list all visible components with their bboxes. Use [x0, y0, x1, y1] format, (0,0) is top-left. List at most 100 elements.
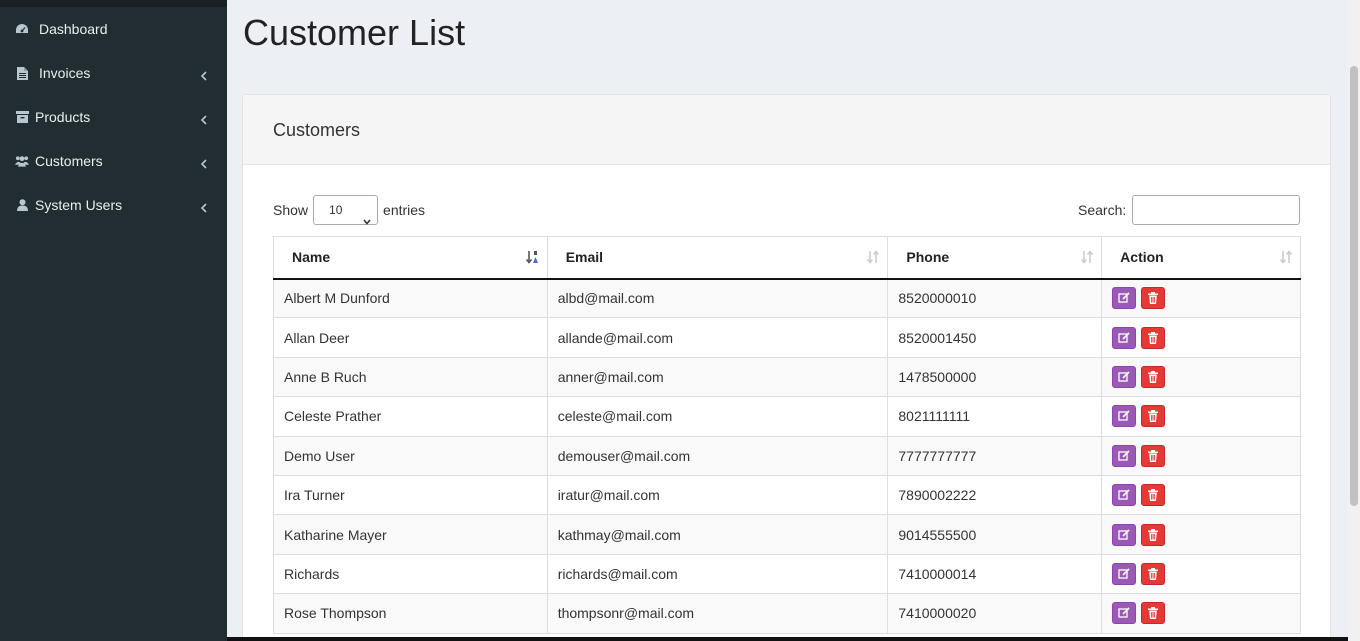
delete-button[interactable] [1141, 444, 1166, 467]
cell-action [1101, 396, 1301, 437]
chevron-left-icon [200, 156, 208, 169]
cell-action [1101, 553, 1301, 595]
cell-email: richards@mail.com [546, 553, 889, 595]
delete-button[interactable] [1141, 562, 1166, 585]
sidebar: Dashboard Invoices Products Customers Sy… [0, 0, 227, 641]
cell-email: kathmay@mail.com [546, 514, 889, 555]
cell-action [1101, 277, 1301, 319]
column-header-action[interactable]: Action [1101, 236, 1301, 280]
sort-icon [1079, 249, 1095, 265]
edit-button[interactable] [1112, 405, 1137, 428]
edit-button[interactable] [1112, 365, 1137, 388]
sidebar-item-system-users[interactable]: System Users [0, 183, 227, 227]
cell-email: demouser@mail.com [546, 435, 889, 476]
cell-action [1101, 356, 1301, 398]
customers-table: Name Email Phone Action Albert M Dunford… [273, 236, 1301, 634]
cell-name: Ira Turner [273, 474, 548, 516]
delete-button[interactable] [1141, 523, 1166, 546]
cell-phone: 7777777777 [887, 435, 1103, 476]
table-row: Celeste Prather celeste@mail.com 802111111… [273, 396, 1301, 437]
delete-button[interactable] [1141, 326, 1166, 349]
cell-phone: 7410000020 [887, 593, 1103, 634]
cell-action [1101, 593, 1301, 634]
user-icon [15, 198, 29, 212]
edit-button[interactable] [1112, 562, 1137, 585]
chevron-left-icon [200, 200, 208, 213]
cell-name: Albert M Dunford [273, 277, 548, 319]
cell-email: allande@mail.com [546, 317, 889, 358]
cell-email: celeste@mail.com [546, 396, 889, 437]
sidebar-item-customers[interactable]: Customers [0, 139, 227, 183]
sort-asc-icon [525, 249, 541, 265]
scrollbar-thumb[interactable] [1350, 66, 1358, 506]
sidebar-item-dashboard[interactable]: Dashboard [0, 7, 227, 51]
delete-button[interactable] [1141, 602, 1166, 625]
sidebar-item-label: Customers [35, 153, 103, 169]
cell-phone: 8520000010 [887, 277, 1103, 319]
sidebar-topbar [0, 0, 227, 7]
table-row: Demo User demouser@mail.com 7777777777 [273, 435, 1301, 476]
cell-name: Katharine Mayer [273, 514, 548, 555]
cell-phone: 8520001450 [887, 317, 1103, 358]
table-row: Allan Deer allande@mail.com 8520001450 [273, 317, 1301, 358]
edit-button[interactable] [1112, 523, 1137, 546]
column-header-name[interactable]: Name [273, 236, 548, 280]
chevron-left-icon [200, 68, 208, 81]
cell-phone: 1478500000 [887, 356, 1103, 398]
edit-button[interactable] [1112, 287, 1137, 310]
cell-name: Rose Thompson [273, 593, 548, 634]
cell-action [1101, 317, 1301, 358]
archive-icon [15, 110, 29, 124]
table-row: Albert M Dunford albd@mail.com 8520000010 [273, 277, 1301, 319]
table-row: Ira Turner iratur@mail.com 7890002222 [273, 474, 1301, 516]
cell-action [1101, 474, 1301, 516]
edit-button[interactable] [1112, 484, 1137, 507]
show-label: Show [273, 202, 309, 218]
search-input[interactable] [1132, 195, 1301, 225]
search-control: Search: [1078, 195, 1301, 225]
entries-length-control: Show 10 entries [273, 195, 425, 225]
column-header-email[interactable]: Email [546, 236, 889, 280]
edit-button[interactable] [1112, 602, 1137, 625]
sidebar-item-label: Products [35, 109, 91, 125]
cell-phone: 8021111111 [887, 396, 1103, 437]
dashboard-icon [15, 22, 29, 36]
cell-name: Allan Deer [273, 317, 548, 358]
sidebar-item-label: Dashboard [39, 21, 108, 37]
file-icon [15, 66, 29, 80]
table-row: Anne B Ruch anner@mail.com 1478500000 [273, 356, 1301, 398]
box-header: Customers [243, 95, 1330, 165]
box-title: Customers [273, 120, 361, 140]
page-title: Customer List [243, 12, 466, 53]
search-label: Search: [1078, 202, 1127, 218]
cell-action [1101, 514, 1301, 555]
chevron-down-icon [363, 207, 371, 225]
sidebar-item-label: System Users [35, 197, 123, 213]
cell-phone: 7410000014 [887, 553, 1103, 595]
edit-button[interactable] [1112, 326, 1137, 349]
sidebar-item-products[interactable]: Products [0, 95, 227, 139]
delete-button[interactable] [1141, 287, 1166, 310]
delete-button[interactable] [1141, 484, 1166, 507]
sidebar-item-label: Invoices [39, 65, 91, 81]
page-scrollbar[interactable] [1348, 0, 1360, 641]
table-row: Richards richards@mail.com 7410000014 [273, 553, 1301, 595]
cell-phone: 7890002222 [887, 474, 1103, 516]
column-header-phone[interactable]: Phone [887, 236, 1103, 280]
edit-button[interactable] [1112, 444, 1137, 467]
cell-name: Demo User [273, 435, 548, 476]
sort-icon [865, 249, 881, 265]
sidebar-item-invoices[interactable]: Invoices [0, 51, 227, 95]
cell-phone: 9014555500 [887, 514, 1103, 555]
cell-name: Celeste Prather [273, 396, 548, 437]
delete-button[interactable] [1141, 405, 1166, 428]
cell-email: iratur@mail.com [546, 474, 889, 516]
cell-name: Richards [273, 553, 548, 595]
chevron-left-icon [200, 112, 208, 125]
users-icon [15, 154, 29, 168]
entries-label: entries [383, 202, 426, 218]
delete-button[interactable] [1141, 365, 1166, 388]
entries-select[interactable]: 10 [313, 195, 379, 225]
table-row: Katharine Mayer kathmay@mail.com 901455550… [273, 514, 1301, 555]
table-row: Rose Thompson thompsonr@mail.com 741000002… [273, 593, 1301, 634]
